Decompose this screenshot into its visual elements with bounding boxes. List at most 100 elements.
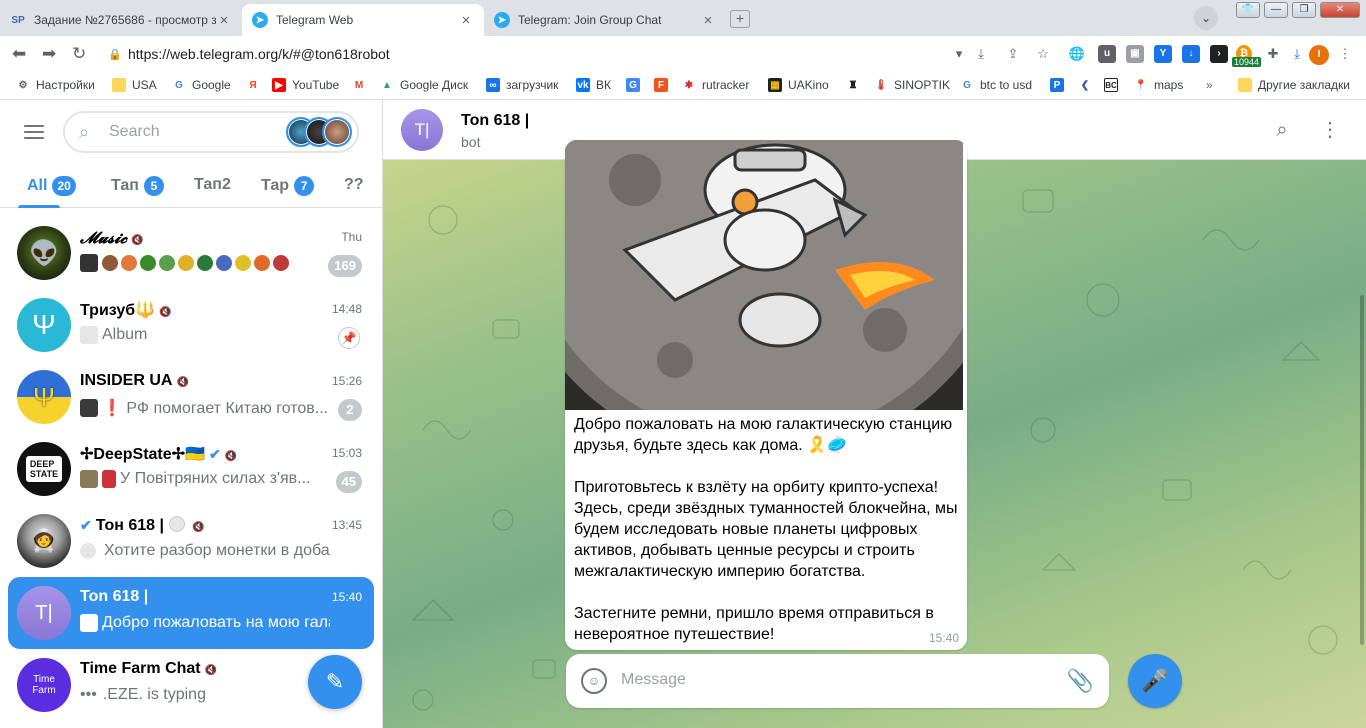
chat-item-insider-ua[interactable]: Ψ INSIDER UA 🔇 15:26 ❗ РФ помогает Китаю … xyxy=(8,361,374,433)
close-tab-icon[interactable]: × xyxy=(458,12,474,29)
bookmark-item[interactable]: ♜ xyxy=(846,78,866,92)
bookmark-item[interactable]: Я xyxy=(246,78,266,92)
bookmark-item[interactable]: ∞ загрузчик xyxy=(486,78,558,92)
close-tab-icon[interactable]: × xyxy=(700,12,716,29)
new-tab-button[interactable]: + xyxy=(730,10,750,28)
message-composer[interactable]: ☺ Message 📎 xyxy=(566,654,1109,708)
reload-icon[interactable]: ↻ xyxy=(72,44,86,64)
close-window-icon[interactable]: ✕ xyxy=(1320,2,1360,18)
emoji-icon xyxy=(178,255,194,271)
new-message-button[interactable]: ✎ xyxy=(308,655,362,709)
briefcase-icon[interactable]: ▣ xyxy=(1126,45,1144,63)
tab-question[interactable]: ?? xyxy=(344,176,364,194)
bookmark-item[interactable]: ▲ Google Диск xyxy=(380,78,468,92)
other-bookmarks[interactable]: Другие закладки xyxy=(1238,78,1350,92)
message-paragraph: Застегните ремни, пришло время отправить… xyxy=(574,605,934,643)
unread-count: 5 xyxy=(143,176,164,196)
more-options-icon[interactable]: ⋮ xyxy=(1318,118,1342,142)
bookmark-item[interactable]: BC xyxy=(1104,78,1124,92)
tab-tar[interactable]: Тар 7 xyxy=(261,176,315,196)
browser-tab[interactable]: SP Задание №2765686 - просмотр з × xyxy=(0,4,242,36)
bookmark-item[interactable]: ⚙ Настройки xyxy=(16,78,95,92)
stories-strip[interactable] xyxy=(286,117,352,147)
story-avatar[interactable] xyxy=(322,117,352,147)
scrollbar[interactable] xyxy=(1360,295,1364,645)
tab-tap[interactable]: Тап 5 xyxy=(111,176,164,196)
hamburger-menu-icon[interactable] xyxy=(24,125,44,139)
ublock-icon[interactable]: u xyxy=(1098,45,1116,63)
chat-preview: Добро пожаловать на мою гала... xyxy=(80,614,330,632)
photo-thumbnail xyxy=(80,614,98,632)
dropdown-icon[interactable]: ▾ xyxy=(950,45,968,63)
folder-tabs: All 20 Тап 5 Тап2 Тар 7 ?? xyxy=(0,164,382,208)
forward-arrow-icon[interactable]: ➡ xyxy=(42,44,56,64)
bookmark-item[interactable]: vk ВК xyxy=(576,78,611,92)
chat-preview xyxy=(80,254,330,272)
bookmark-star-icon[interactable]: ☆ xyxy=(1034,45,1052,63)
restore-icon[interactable]: ❐ xyxy=(1292,2,1316,18)
media-thumbnail xyxy=(80,470,98,488)
muted-icon: 🔇 xyxy=(192,522,205,533)
downloads-icon[interactable]: ⤓ xyxy=(1288,45,1306,63)
bookmark-item[interactable]: F xyxy=(654,78,674,92)
message-photo[interactable] xyxy=(565,140,963,410)
bookmark-item[interactable]: ✱ rutracker xyxy=(682,78,750,92)
url-field[interactable]: 🔒 https://web.telegram.org/k/#@ton618rob… xyxy=(102,41,972,67)
tab-tap2[interactable]: Тап2 xyxy=(194,176,231,194)
message-input[interactable]: Message xyxy=(621,671,686,689)
voice-record-button[interactable]: 🎤 xyxy=(1128,654,1182,708)
bookmark-item[interactable]: ▶ YouTube xyxy=(272,78,339,92)
search-icon[interactable]: ⌕ xyxy=(1270,118,1294,142)
infinity-icon: ∞ xyxy=(486,78,500,92)
browser-tab[interactable]: ➤ Telegram: Join Group Chat × xyxy=(484,4,726,36)
tab-search-icon[interactable]: ⌄ xyxy=(1194,6,1218,30)
globe-icon[interactable]: 🌐 xyxy=(1068,45,1086,63)
muted-icon: 🔇 xyxy=(131,235,144,246)
download-ext-icon[interactable]: ↓ xyxy=(1182,45,1200,63)
lock-icon[interactable]: 🔒 xyxy=(102,48,128,61)
smile-icon[interactable]: ☺ xyxy=(581,668,607,694)
search-field[interactable]: ⌕ Search xyxy=(63,111,359,153)
puzzle-icon[interactable]: ✚ xyxy=(1264,45,1282,63)
minimize-icon[interactable]: — xyxy=(1264,2,1288,18)
chat-name: INSIDER UA 🔇 xyxy=(80,372,189,389)
bookmark-item[interactable]: G Google xyxy=(172,78,231,92)
back-arrow-icon[interactable]: ⬅ xyxy=(12,44,26,64)
shirt-icon[interactable]: 👕 xyxy=(1236,2,1260,18)
terminal-icon[interactable]: › xyxy=(1210,45,1228,63)
chat-item-ton618-channel[interactable]: 🧑‍🚀 ✔ Тон 618 | 🔇 13:45 Хотите разбор моне… xyxy=(8,505,374,577)
bookmark-item[interactable]: Gbtc to usd xyxy=(960,78,1032,92)
chat-item-ton618-bot[interactable]: T| Ton 618 | 15:40 Добро пожаловать на м… xyxy=(8,577,374,649)
bookmark-item[interactable]: M xyxy=(352,78,372,92)
bookmark-item[interactable]: P xyxy=(1050,78,1070,92)
bookmark-item[interactable]: 🌡 SINOPTIK xyxy=(874,78,950,92)
browser-tab-active[interactable]: ➤ Telegram Web × xyxy=(242,4,484,36)
search-placeholder: Search xyxy=(109,123,160,140)
bookmark-item[interactable]: ❮ xyxy=(1078,78,1098,92)
thermometer-icon: 🌡 xyxy=(874,79,888,91)
chat-time: Thu xyxy=(341,230,362,244)
chrome-menu-icon[interactable]: ⋮ xyxy=(1336,45,1354,63)
profile-avatar[interactable]: I xyxy=(1309,45,1329,65)
bookmarks-overflow-button[interactable]: » xyxy=(1206,78,1213,92)
chat-item-music[interactable]: 👽 𝓜𝓾𝓼𝓲𝓬 🔇 Thu 169 xyxy=(8,217,374,289)
maps-icon: 📍 xyxy=(1134,79,1148,91)
chat-item-deepstate[interactable]: DEEP STATE ✢DeepState✢🇺🇦 ✔ 🔇 15:03 У Повітр… xyxy=(8,433,374,505)
bookmark-item[interactable]: G xyxy=(626,78,646,92)
muted-icon: 🔇 xyxy=(159,307,172,318)
tab-all[interactable]: All 20 xyxy=(27,176,76,196)
close-tab-icon[interactable]: × xyxy=(216,12,232,29)
bookmark-item[interactable]: 📍 maps xyxy=(1134,78,1184,92)
message-bubble[interactable]: Добро пожаловать на мою галактическую ст… xyxy=(565,140,967,650)
install-icon[interactable]: ⤓ xyxy=(972,45,990,63)
bookmark-item[interactable]: USA xyxy=(112,78,157,92)
bookmark-item[interactable]: ▦ UAKino xyxy=(768,78,829,92)
unread-count: 7 xyxy=(294,176,315,196)
chat-avatar[interactable]: T| xyxy=(401,109,443,151)
share-icon[interactable]: ⇪ xyxy=(1004,45,1022,63)
vpn-icon[interactable]: Y xyxy=(1154,45,1172,63)
chat-item-tryzub[interactable]: Ψ Тризуб🔱 🔇 14:48 Album 📌 xyxy=(8,289,374,361)
verified-icon: ✔ xyxy=(208,446,221,462)
emoji-icon xyxy=(102,255,118,271)
paperclip-icon[interactable]: 📎 xyxy=(1067,668,1094,694)
